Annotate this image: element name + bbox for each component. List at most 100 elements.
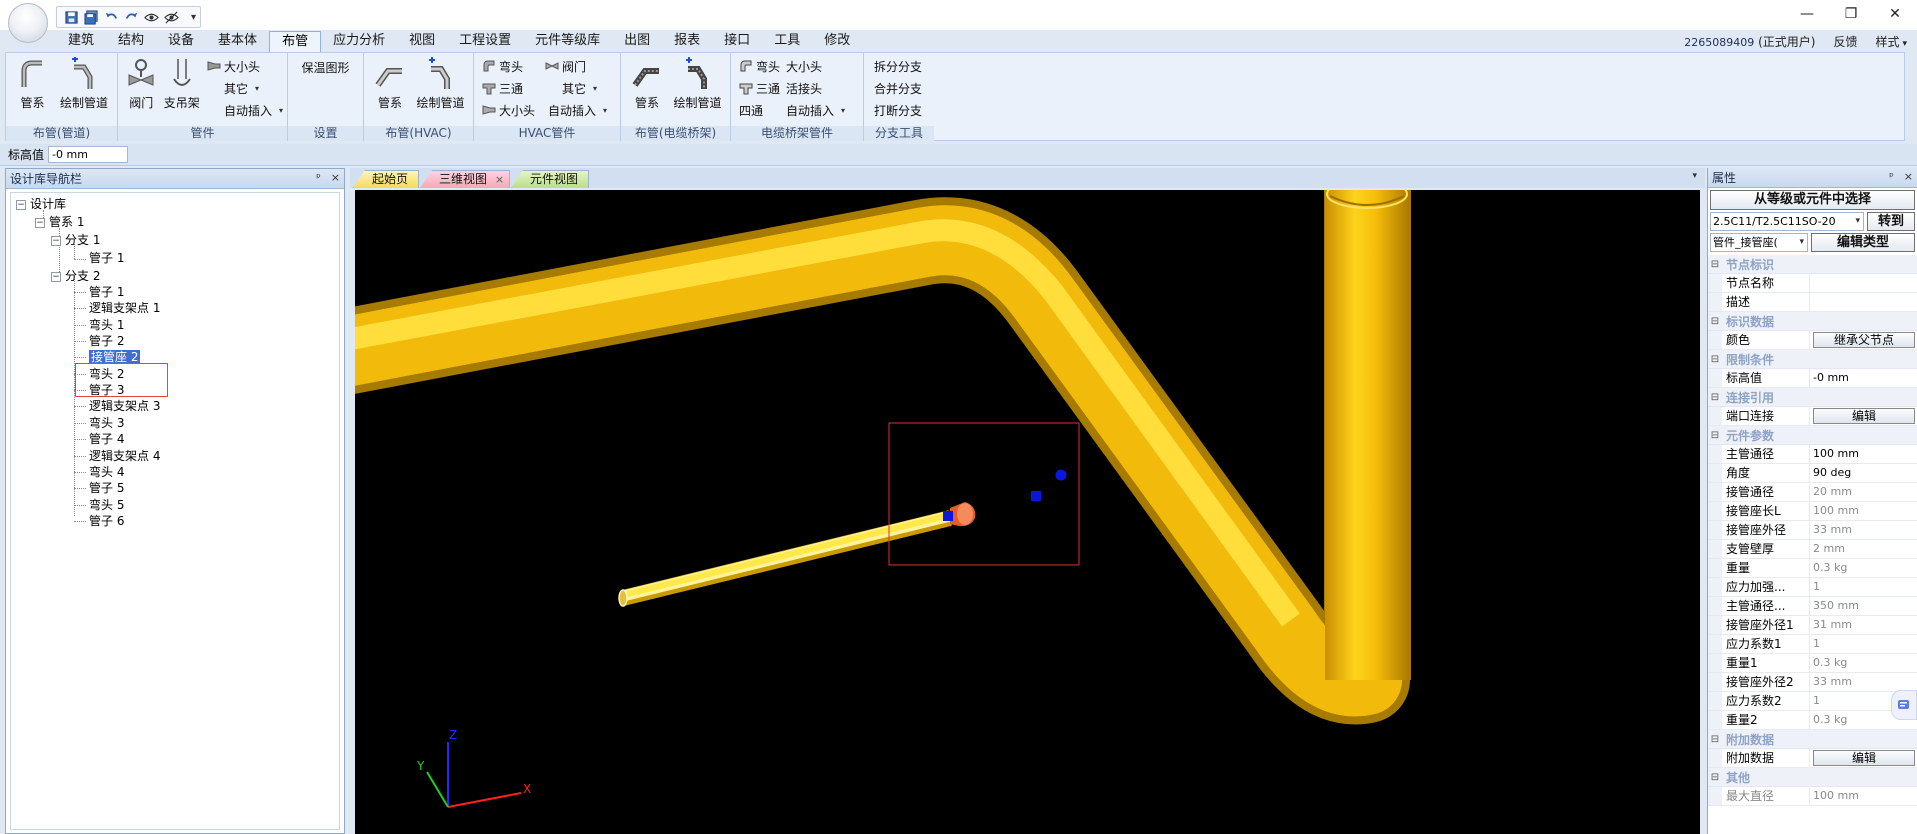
- tree-node-branch-1[interactable]: − 分支 1: [51, 231, 100, 249]
- feedback-link[interactable]: 反馈: [1833, 33, 1857, 50]
- property-category[interactable]: ⊟ 节点标识: [1708, 255, 1917, 274]
- property-row[interactable]: 主管通径 100 mm: [1708, 445, 1917, 464]
- tree-item[interactable]: 管子 4: [89, 430, 124, 448]
- tree-item[interactable]: 弯头 5: [89, 496, 124, 514]
- property-value[interactable]: 100 mm: [1810, 445, 1917, 463]
- menu-primitives[interactable]: 基本体: [206, 31, 269, 52]
- property-row[interactable]: 应力系数2 1: [1708, 692, 1917, 711]
- property-row[interactable]: 颜色 继承父节点: [1708, 331, 1917, 350]
- property-edit-button[interactable]: 编辑: [1810, 749, 1917, 767]
- property-value[interactable]: 100 mm: [1810, 502, 1917, 520]
- menu-building[interactable]: 建筑: [56, 31, 106, 52]
- collapse-icon[interactable]: ⊟: [1708, 316, 1722, 327]
- tree-item[interactable]: 弯头 4: [89, 463, 124, 481]
- tree-node-system[interactable]: − 管系 1: [35, 213, 84, 231]
- undo-icon[interactable]: [103, 9, 119, 25]
- vertical-pipe[interactable]: [1325, 190, 1411, 680]
- hvac-valve-button[interactable]: 阀门: [545, 56, 607, 76]
- property-value[interactable]: 90 deg: [1810, 464, 1917, 482]
- panel-close-icon[interactable]: ×: [331, 171, 340, 184]
- eye-icon[interactable]: [143, 9, 159, 25]
- tray-auto-insert-button[interactable]: 自动插入 ▾: [786, 100, 845, 120]
- property-category[interactable]: ⊟ 标识数据: [1708, 312, 1917, 331]
- menu-drawing[interactable]: 出图: [612, 31, 662, 52]
- property-row[interactable]: 接管座长L 100 mm: [1708, 502, 1917, 521]
- property-row[interactable]: 描述: [1708, 293, 1917, 312]
- qat-more-icon[interactable]: ▾: [191, 12, 196, 23]
- grip-point[interactable]: [1055, 469, 1067, 481]
- menu-project-settings[interactable]: 工程设置: [447, 31, 523, 52]
- tree-item[interactable]: 逻辑支架点 1: [89, 299, 160, 317]
- property-edit-button[interactable]: 继承父节点: [1810, 331, 1917, 349]
- tree-item[interactable]: 管子 1: [89, 283, 124, 301]
- property-value[interactable]: 1: [1810, 635, 1917, 653]
- property-category[interactable]: ⊟ 元件参数: [1708, 426, 1917, 445]
- minimize-button[interactable]: —: [1785, 0, 1829, 28]
- eye-hide-icon[interactable]: [163, 9, 179, 25]
- menu-interface[interactable]: 接口: [712, 31, 762, 52]
- collapse-icon[interactable]: ⊟: [1708, 392, 1722, 403]
- property-row[interactable]: 角度 90 deg: [1708, 464, 1917, 483]
- redo-icon[interactable]: [123, 9, 139, 25]
- hvac-elbow-button[interactable]: 弯头: [482, 56, 535, 76]
- property-value[interactable]: [1810, 274, 1917, 292]
- tray-union-button[interactable]: 活接头: [786, 78, 845, 98]
- property-edit-button[interactable]: 编辑: [1810, 407, 1917, 425]
- property-row[interactable]: 接管座外径 33 mm: [1708, 521, 1917, 540]
- property-row[interactable]: 支管壁厚 2 mm: [1708, 540, 1917, 559]
- edit-type-button[interactable]: 编辑类型: [1811, 233, 1915, 252]
- save-icon[interactable]: [63, 9, 79, 25]
- menu-view[interactable]: 视图: [397, 31, 447, 52]
- spec-select[interactable]: 2.5C11/T2.5C11SO-20 ▾: [1710, 212, 1864, 231]
- menu-modify[interactable]: 修改: [812, 31, 862, 52]
- menu-structure[interactable]: 结构: [106, 31, 156, 52]
- property-row[interactable]: 节点名称: [1708, 274, 1917, 293]
- collapse-icon[interactable]: ⊟: [1708, 430, 1722, 441]
- tree-item[interactable]: 弯头 3: [89, 414, 124, 432]
- collapse-icon[interactable]: ⊟: [1708, 734, 1722, 745]
- tab-component-view[interactable]: 元件视图: [511, 170, 590, 188]
- style-menu[interactable]: 样式 ▾: [1875, 33, 1907, 50]
- collapse-icon[interactable]: ⊟: [1708, 772, 1722, 783]
- tab-close-icon[interactable]: ×: [495, 171, 504, 188]
- property-row[interactable]: 应力加强... 1: [1708, 578, 1917, 597]
- grip-point[interactable]: [943, 511, 953, 521]
- branch-pipe[interactable]: [618, 510, 952, 607]
- property-value[interactable]: -0 mm: [1810, 369, 1917, 387]
- menu-report[interactable]: 报表: [662, 31, 712, 52]
- property-value[interactable]: 31 mm: [1810, 616, 1917, 634]
- property-row[interactable]: 端口连接 编辑: [1708, 407, 1917, 426]
- menu-stress[interactable]: 应力分析: [321, 31, 397, 52]
- select-from-spec-button[interactable]: 从等级或元件中选择: [1710, 190, 1915, 210]
- property-value[interactable]: 33 mm: [1810, 673, 1917, 691]
- tray-elbow-button[interactable]: 弯头: [739, 56, 780, 76]
- hvac-reducer-button[interactable]: 大小头: [482, 100, 535, 120]
- tree-item[interactable]: 管子 1: [89, 249, 124, 267]
- property-value[interactable]: 2 mm: [1810, 540, 1917, 558]
- property-row[interactable]: 接管座外径2 33 mm: [1708, 673, 1917, 692]
- hvac-auto-insert-button[interactable]: 自动插入 ▾: [545, 100, 607, 120]
- hvac-other-button[interactable]: 其它 ▾: [545, 78, 607, 98]
- break-branch-button[interactable]: 打断分支: [874, 100, 922, 120]
- split-branch-button[interactable]: 拆分分支: [874, 56, 922, 76]
- tree-item[interactable]: 弯头 1: [89, 316, 124, 334]
- tree-item[interactable]: 管子 6: [89, 512, 124, 530]
- collapse-icon[interactable]: ⊟: [1708, 259, 1722, 270]
- type-select[interactable]: 管件_接管座(▾: [1710, 233, 1808, 252]
- other-fittings-button[interactable]: 其它 ▾: [207, 78, 283, 98]
- pin-icon[interactable]: ᵖ: [316, 171, 321, 184]
- reducer-button[interactable]: 大小头: [207, 56, 283, 76]
- property-value[interactable]: [1810, 293, 1917, 311]
- tray-tee-button[interactable]: 三通: [739, 78, 780, 98]
- property-value[interactable]: 20 mm: [1810, 483, 1917, 501]
- property-value[interactable]: 350 mm: [1810, 597, 1917, 615]
- property-category[interactable]: ⊟ 其他: [1708, 768, 1917, 787]
- tree-item[interactable]: 管子 5: [89, 479, 124, 497]
- restore-button[interactable]: ❐: [1829, 0, 1873, 28]
- app-menu-button[interactable]: [8, 3, 48, 43]
- close-button[interactable]: ✕: [1873, 0, 1917, 28]
- tab-3d-view[interactable]: 三维视图 ×: [420, 170, 511, 188]
- save-all-icon[interactable]: [83, 9, 99, 25]
- property-row[interactable]: 最大直径 100 mm: [1708, 787, 1917, 806]
- tree-item[interactable]: 逻辑支架点 3: [89, 397, 160, 415]
